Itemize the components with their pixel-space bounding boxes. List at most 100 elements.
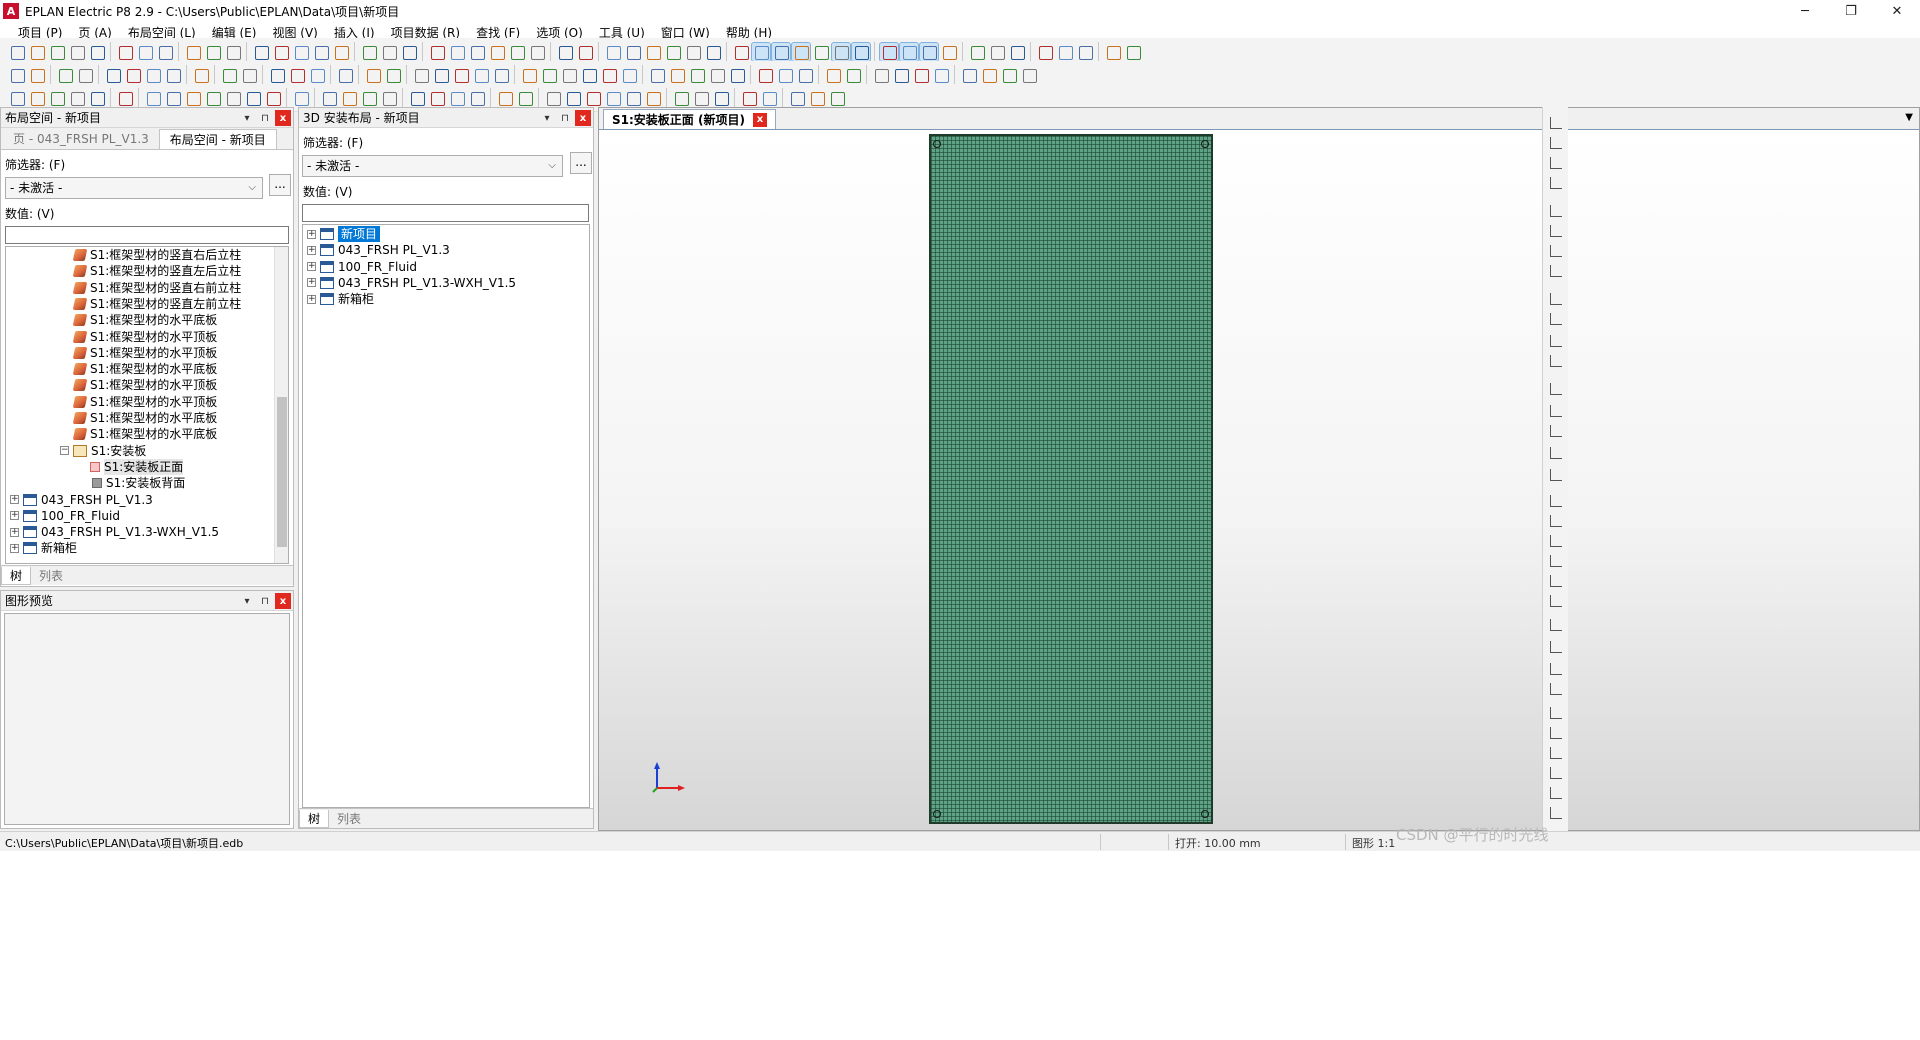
toolbar-icon[interactable] xyxy=(312,43,330,61)
toolbar-icon[interactable] xyxy=(192,66,210,84)
tree-item[interactable]: S1:框架型材的竖直右前立柱 xyxy=(72,280,241,296)
toolbar-icon[interactable] xyxy=(136,43,154,61)
toolbar-icon[interactable] xyxy=(791,42,811,62)
corner-handle[interactable] xyxy=(933,140,941,148)
toolbar-icon[interactable] xyxy=(684,43,702,61)
toolbar-icon[interactable] xyxy=(1008,43,1026,61)
toolbar-icon[interactable] xyxy=(828,89,846,107)
toolbar-icon[interactable] xyxy=(144,66,162,84)
tree-item[interactable]: S1:框架型材的竖直左前立柱 xyxy=(72,296,241,312)
toolbar-icon[interactable] xyxy=(644,43,662,61)
tree-item[interactable]: S1:安装板背面 xyxy=(92,475,185,491)
toolbar-icon[interactable] xyxy=(892,66,910,84)
toolbar-icon[interactable] xyxy=(384,66,402,84)
toolbar-icon[interactable] xyxy=(204,43,222,61)
toolbar-icon[interactable] xyxy=(144,89,162,107)
toolbar-icon[interactable] xyxy=(728,66,746,84)
toolbar-icon[interactable] xyxy=(360,89,378,107)
toolbar-icon[interactable] xyxy=(8,43,26,61)
toolbar-icon[interactable] xyxy=(452,66,470,84)
drawing-tool-icon[interactable] xyxy=(1547,263,1565,279)
toolbar-icon[interactable] xyxy=(272,43,290,61)
drawing-tool-icon[interactable] xyxy=(1547,423,1565,439)
toolbar-icon[interactable] xyxy=(492,66,510,84)
expand-icon[interactable]: + xyxy=(307,294,316,304)
toolbar-icon[interactable] xyxy=(692,89,710,107)
toolbar-icon[interactable] xyxy=(364,66,382,84)
toolbar-icon[interactable] xyxy=(116,43,134,61)
tree-item[interactable]: +043_FRSH PL_V1.3-WXH_V1.5 xyxy=(10,524,219,540)
drawing-tool-icon[interactable] xyxy=(1547,533,1565,549)
toolbar-icon[interactable] xyxy=(756,66,774,84)
toolbar-icon[interactable] xyxy=(919,42,939,62)
toolbar-icon[interactable] xyxy=(88,43,106,61)
toolbar-icon[interactable] xyxy=(28,66,46,84)
toolbar-icon[interactable] xyxy=(400,43,418,61)
drawing-tool-icon[interactable] xyxy=(1547,705,1565,721)
toolbar-icon[interactable] xyxy=(580,66,598,84)
toolbar-icon[interactable] xyxy=(116,89,134,107)
toolbar-icon[interactable] xyxy=(336,66,354,84)
toolbar-icon[interactable] xyxy=(620,66,638,84)
toolbar-icon[interactable] xyxy=(740,89,758,107)
drawing-tool-icon[interactable] xyxy=(1547,403,1565,419)
tab-tree[interactable]: 树 xyxy=(1,566,32,585)
drawing-tool-icon[interactable] xyxy=(1547,639,1565,655)
expand-icon[interactable]: + xyxy=(10,511,19,521)
toolbar-icon[interactable] xyxy=(8,66,26,84)
toolbar-icon[interactable] xyxy=(940,43,958,61)
toolbar-icon[interactable] xyxy=(252,43,270,61)
drawing-tool-icon[interactable] xyxy=(1547,681,1565,697)
toolbar-icon[interactable] xyxy=(912,66,930,84)
drawing-tool-icon[interactable] xyxy=(1547,513,1565,529)
tree-item[interactable]: +100_FR_Fluid xyxy=(307,259,417,275)
toolbar-icon[interactable] xyxy=(268,66,286,84)
tree-item[interactable]: + 新箱柜 xyxy=(307,291,374,307)
close-panel-icon[interactable]: x xyxy=(575,110,591,126)
drawing-tool-icon[interactable] xyxy=(1547,467,1565,483)
toolbar-icon[interactable] xyxy=(672,89,690,107)
drawing-tool-icon[interactable] xyxy=(1547,553,1565,569)
tab-page[interactable]: 页 - 043_FRSH PL_V1.3 xyxy=(3,129,159,149)
pin-icon[interactable]: ⊓ xyxy=(257,110,273,126)
drawing-tool-icon[interactable] xyxy=(1547,593,1565,609)
tree-item[interactable]: S1:安装板正面 xyxy=(90,458,184,475)
drawing-tool-icon[interactable] xyxy=(1547,115,1565,131)
tree-item[interactable]: +100_FR_Fluid xyxy=(10,508,120,524)
toolbar-icon[interactable] xyxy=(604,43,622,61)
toolbar-icon[interactable] xyxy=(28,89,46,107)
toolbar-icon[interactable] xyxy=(584,89,602,107)
toolbar-icon[interactable] xyxy=(380,89,398,107)
toolbar-icon[interactable] xyxy=(604,89,622,107)
toolbar-icon[interactable] xyxy=(932,66,950,84)
tab-list-dropdown-icon[interactable]: ▼ xyxy=(1905,112,1913,123)
toolbar-icon[interactable] xyxy=(1104,43,1122,61)
filter-more-button[interactable]: ... xyxy=(269,174,291,196)
toolbar-icon[interactable] xyxy=(220,66,238,84)
toolbar-icon[interactable] xyxy=(332,43,350,61)
tree-item[interactable]: − S1:安装板 xyxy=(60,443,146,459)
toolbar-icon[interactable] xyxy=(340,89,358,107)
toolbar-icon[interactable] xyxy=(564,89,582,107)
toolbar-icon[interactable] xyxy=(68,89,86,107)
toolbar-icon[interactable] xyxy=(164,89,182,107)
toolbar-icon[interactable] xyxy=(600,66,618,84)
toolbar-icon[interactable] xyxy=(432,66,450,84)
toolbar-icon[interactable] xyxy=(164,66,182,84)
panel-menu-icon[interactable]: ▾ xyxy=(239,593,255,609)
toolbar-icon[interactable] xyxy=(708,66,726,84)
drawing-tool-icon[interactable] xyxy=(1547,135,1565,151)
toolbar-icon[interactable] xyxy=(28,43,46,61)
corner-handle[interactable] xyxy=(933,810,941,818)
drawing-tool-icon[interactable] xyxy=(1547,617,1565,633)
toolbar-icon[interactable] xyxy=(428,89,446,107)
toolbar-icon[interactable] xyxy=(648,66,666,84)
tree-item[interactable]: S1:框架型材的水平底板 xyxy=(72,426,217,442)
drawing-tool-icon[interactable] xyxy=(1547,243,1565,259)
toolbar-icon[interactable] xyxy=(124,66,142,84)
toolbar-icon[interactable] xyxy=(380,43,398,61)
toolbar-icon[interactable] xyxy=(468,89,486,107)
restore-button[interactable]: ❐ xyxy=(1828,0,1874,22)
toolbar-icon[interactable] xyxy=(488,43,506,61)
panel-menu-icon[interactable]: ▾ xyxy=(539,110,555,126)
